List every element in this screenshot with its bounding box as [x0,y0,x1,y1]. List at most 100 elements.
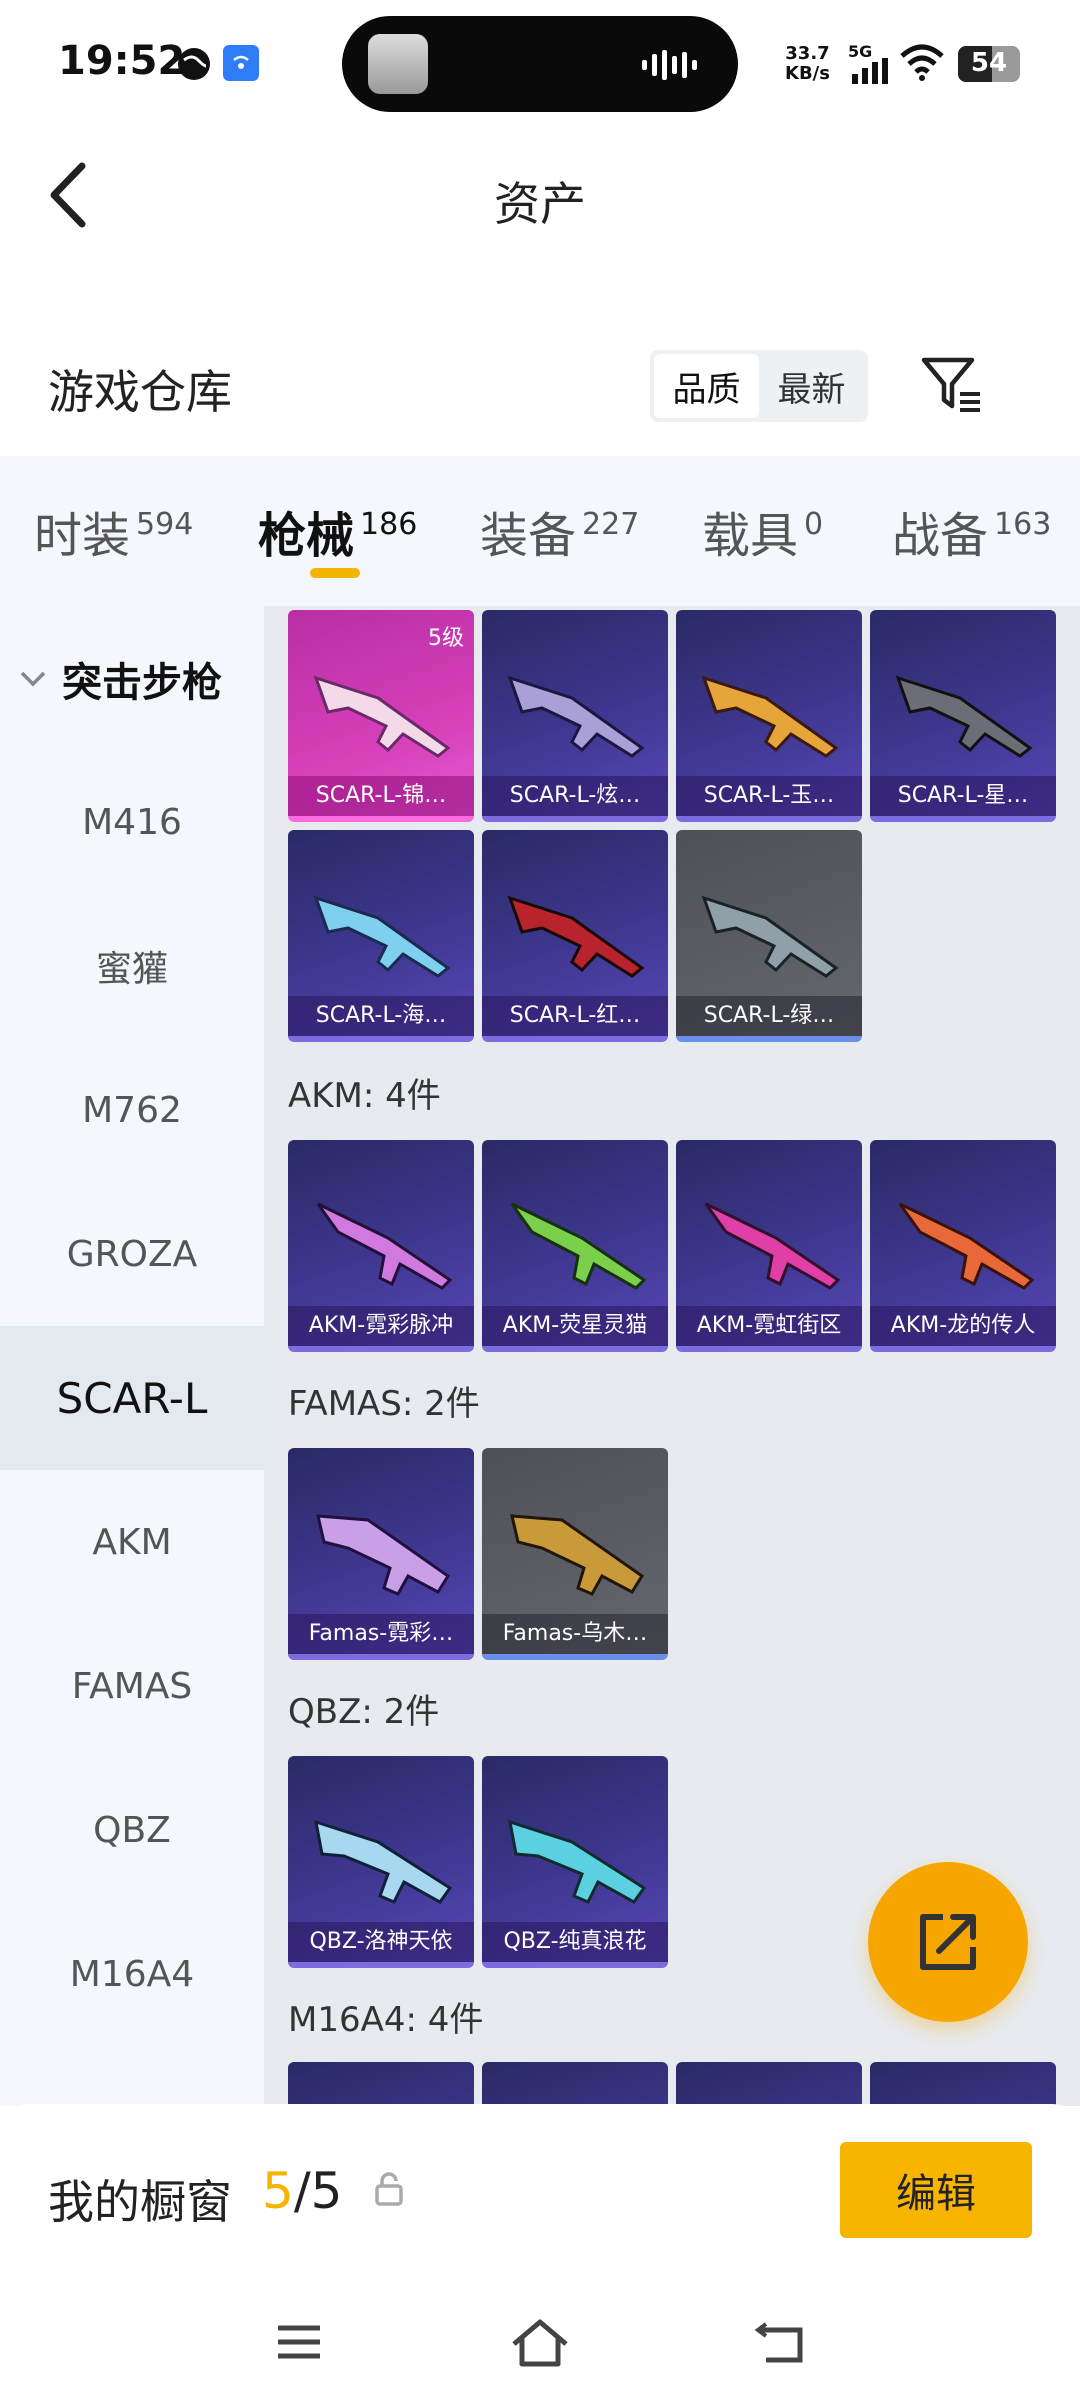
tab-count: 594 [136,507,194,542]
item-name: AKM-霓虹街区 [676,1306,862,1346]
rifle-icon [507,895,645,978]
item-name: SCAR-L-红… [482,996,668,1036]
status-time: 19:52 [58,38,186,84]
group-title-qbz: QBZ: 2件 [288,1692,440,1732]
menu-icon[interactable] [274,2322,324,2362]
item-name: AKM-霓彩脉冲 [288,1306,474,1346]
sidebar-item-m16a4[interactable]: M16A4 [0,1902,264,2046]
tab-count: 0 [804,507,824,542]
sidebar-category-header[interactable]: 突击步枪 [18,650,222,708]
showcase-max: 5 [310,2162,343,2220]
item-card[interactable]: AKM-龙的传人 [870,1140,1056,1352]
item-card[interactable]: Famas-霓彩… [288,1448,474,1660]
tab-label: 时装 [34,508,131,564]
item-card[interactable]: SCAR-L-红… [482,830,668,1042]
item-name: SCAR-L-海… [288,996,474,1036]
rifle-icon [507,675,645,758]
tab-equipment[interactable]: 装备 227 [480,496,639,566]
sort-latest-button[interactable]: 最新 [759,354,864,418]
wifi-icon [900,44,944,81]
sidebar-item-qbz[interactable]: QBZ [0,1758,264,1902]
rifle-icon [508,1819,647,1904]
sort-quality-button[interactable]: 品质 [654,354,759,418]
item-card[interactable]: QBZ-纯真浪花 [482,1756,668,1968]
sidebar-item-scar-l[interactable]: SCAR-L [0,1326,264,1470]
showcase-bar: 我的橱窗 5/5 编辑 [0,2104,1080,2400]
item-name: Famas-霓彩… [288,1614,474,1654]
item-name: SCAR-L-炫… [482,776,668,816]
sidebar-item-m416[interactable]: M416 [0,750,264,894]
sidebar-item-groza[interactable]: GROZA [0,1182,264,1326]
filter-icon[interactable] [920,354,984,414]
sort-toggle: 品质 最新 [650,350,868,422]
group-title-m16a4: M16A4: 4件 [288,2000,484,2040]
sidebar-item-m762[interactable]: M762 [0,1038,264,1182]
nfc-icon [223,45,259,81]
share-button[interactable] [868,1862,1028,2022]
net-speed-value: 33.7 [785,43,830,64]
item-card[interactable]: Famas-乌木… [482,1448,668,1660]
status-bar: 19:52 33.7 KB/s 5G 54 [0,0,1080,130]
globe-icon [178,48,210,80]
edit-button[interactable]: 编辑 [840,2142,1032,2238]
tab-fashion[interactable]: 时装 594 [34,496,193,566]
item-card[interactable] [676,2062,862,2106]
system-nav-bar [0,2304,1080,2400]
rifle-icon [898,1202,1035,1290]
rifle-icon [510,1202,647,1290]
item-name: QBZ-纯真浪花 [482,1922,668,1962]
item-card[interactable] [870,2062,1056,2106]
item-card[interactable] [288,2062,474,2106]
dynamic-island[interactable] [342,16,738,112]
tab-vehicles[interactable]: 载具 0 [702,496,823,566]
tab-label: 装备 [480,508,577,564]
item-card[interactable]: AKM-荧星灵猫 [482,1140,668,1352]
tab-label: 枪械 [258,508,355,564]
item-card[interactable]: AKM-霓彩脉冲 [288,1140,474,1352]
tab-label: 战备 [892,508,989,564]
chevron-down-icon [20,671,46,687]
item-card[interactable]: SCAR-L-玉… [676,610,862,822]
item-card[interactable]: AKM-霓虹街区 [676,1140,862,1352]
back-icon[interactable] [752,2322,808,2366]
category-tabs: 时装 594 枪械 186 装备 227 载具 0 战备 163 [0,456,1080,606]
rifle-icon [701,895,839,978]
showcase-current: 5 [262,2162,294,2220]
item-card[interactable]: SCAR-L-炫… [482,610,668,822]
item-name: AKM-龙的传人 [870,1306,1056,1346]
tab-count: 163 [994,507,1052,542]
battery-level: 54 [970,48,1008,78]
share-icon [920,1914,976,1970]
tab-weapons[interactable]: 枪械 186 [258,496,417,566]
rifle-icon [316,1514,451,1596]
item-card[interactable]: SCAR-L-海… [288,830,474,1042]
tab-label: 载具 [702,508,799,564]
sidebar: 突击步枪 M416 蜜獾 M762 GROZA SCAR-L AKM FAMAS… [0,606,264,2106]
rifle-icon [316,1202,453,1290]
sidebar-item-honey-badger[interactable]: 蜜獾 [0,894,264,1038]
rifle-icon [895,675,1033,758]
net-speed: 33.7 KB/s [785,44,830,84]
item-card[interactable]: SCAR-L-星… [870,610,1056,822]
item-name: Famas-乌木… [482,1614,668,1654]
tab-active-indicator [310,568,360,578]
item-name: SCAR-L-星… [870,776,1056,816]
tab-count: 186 [360,507,418,542]
item-card[interactable] [482,2062,668,2106]
rifle-icon [704,1202,841,1290]
item-name: SCAR-L-锦… [288,776,474,816]
item-card[interactable]: SCAR-L-绿… [676,830,862,1042]
sidebar-item-famas[interactable]: FAMAS [0,1614,264,1758]
page-title: 资产 [494,177,586,231]
item-name: SCAR-L-绿… [676,996,862,1036]
showcase-separator: / [293,2162,311,2220]
sidebar-item-akm[interactable]: AKM [0,1470,264,1614]
item-card[interactable]: QBZ-洛神天依 [288,1756,474,1968]
rifle-icon [313,675,451,758]
rifle-icon [313,895,451,978]
rifle-icon [701,675,839,758]
item-card[interactable]: 5级 SCAR-L-锦… [288,610,474,822]
home-icon[interactable] [508,2316,572,2368]
audio-wave-icon [642,50,697,80]
tab-supplies[interactable]: 战备 163 [892,496,1051,566]
